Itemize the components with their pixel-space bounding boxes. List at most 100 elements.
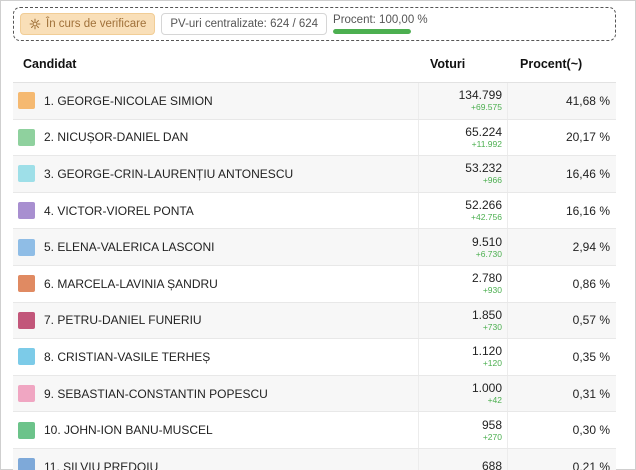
candidate-cell: 5. ELENA-VALERICA LASCONI — [13, 229, 418, 265]
candidate-cell: 8. CRISTIAN-VASILE TERHEȘ — [13, 339, 418, 375]
votes-cell: 53.232 +966 — [418, 156, 508, 192]
percent-cell: 20,17 % — [565, 130, 610, 145]
candidate-color-swatch — [18, 275, 35, 293]
candidate-color-swatch — [18, 311, 35, 329]
votes-delta: +11.992 — [471, 138, 502, 149]
percent-cell: 0,35 % — [572, 349, 610, 364]
votes-delta: +930 — [482, 285, 502, 296]
status-bar: În curs de verificare PV-uri centralizat… — [13, 7, 616, 41]
table-row: 2. NICUȘOR-DANIEL DAN 65.224 +11.992 20,17 … — [13, 119, 616, 157]
votes-count: 65.224 — [465, 124, 502, 139]
candidate-name: 11. SILVIU PREDOIU — [44, 459, 159, 470]
candidate-name: 2. NICUȘOR-DANIEL DAN — [44, 130, 189, 145]
pv-count-label: PV-uri centralizate: 624 / 624 — [170, 18, 319, 30]
votes-delta: +6.730 — [475, 248, 502, 259]
progress-label: Procent: 100,00 % — [333, 14, 428, 26]
votes-cell: 65.224 +11.992 — [418, 119, 508, 156]
votes-cell: 2.780 +930 — [418, 265, 508, 302]
candidate-color-swatch — [18, 421, 35, 439]
candidate-color-swatch — [18, 165, 35, 183]
candidate-name: 6. MARCELA-LAVINIA ȘANDRU — [44, 276, 218, 291]
candidate-name: 1. GEORGE-NICOLAE SIMION — [44, 93, 213, 108]
votes-count: 9.510 — [471, 234, 502, 249]
votes-delta: +120 — [482, 358, 502, 369]
votes-cell: 52.266 +42.756 — [418, 192, 508, 229]
votes-cell: 1.850 +730 — [418, 302, 508, 339]
candidate-cell: 2. NICUȘOR-DANIEL DAN — [13, 120, 418, 156]
header-percent[interactable]: Procent(~) — [508, 57, 616, 71]
header-candidate[interactable]: Candidat — [13, 57, 418, 71]
candidate-color-swatch — [18, 348, 35, 366]
votes-count: 134.799 — [458, 88, 502, 103]
candidate-cell: 10. JOHN-ION BANU-MUSCEL — [13, 412, 418, 448]
candidate-name: 10. JOHN-ION BANU-MUSCEL — [44, 423, 213, 438]
votes-count: 1.850 — [471, 307, 502, 322]
results-table: Candidat Voturi Procent(~) 1. GEORGE-NIC… — [13, 45, 616, 470]
candidate-name: 5. ELENA-VALERICA LASCONI — [44, 240, 215, 255]
percent-cell: 0,21 % — [572, 459, 610, 470]
candidate-cell: 4. VICTOR-VIOREL PONTA — [13, 193, 418, 229]
candidate-cell: 6. MARCELA-LAVINIA ȘANDRU — [13, 266, 418, 302]
votes-cell: 688 — [418, 448, 508, 470]
votes-cell: 1.120 +120 — [418, 339, 508, 375]
progress-indicator: Procent: 100,00 % — [333, 14, 428, 34]
votes-count: 958 — [481, 417, 502, 432]
votes-count: 1.120 — [471, 344, 502, 359]
votes-cell: 134.799 +69.575 — [418, 83, 508, 119]
percent-cell: 2,94 % — [572, 240, 610, 255]
candidate-color-swatch — [18, 92, 35, 110]
votes-delta: +270 — [482, 431, 502, 442]
candidate-name: 8. CRISTIAN-VASILE TERHEȘ — [44, 349, 211, 364]
votes-cell: 958 +270 — [418, 412, 508, 448]
candidate-name: 4. VICTOR-VIOREL PONTA — [44, 203, 194, 218]
candidate-color-swatch — [18, 128, 35, 146]
votes-delta: +42 — [487, 395, 502, 406]
votes-count: 688 — [481, 459, 502, 470]
candidate-color-swatch — [18, 385, 35, 403]
progress-fill — [333, 29, 412, 34]
table-row: 5. ELENA-VALERICA LASCONI 9.510 +6.730 2,94… — [13, 229, 616, 266]
votes-cell: 1.000 +42 — [418, 375, 508, 412]
candidate-cell: 3. GEORGE-CRIN-LAURENȚIU ANTONESCU — [13, 156, 418, 192]
table-row: 10. JOHN-ION BANU-MUSCEL 958 +270 0,30 % — [13, 412, 616, 449]
table-row: 6. MARCELA-LAVINIA ȘANDRU 2.780 +930 0,86 % — [13, 265, 616, 303]
votes-delta: +69.575 — [471, 102, 502, 113]
candidate-cell: 7. PETRU-DANIEL FUNERIU — [13, 303, 418, 339]
results-panel: În curs de verificare PV-uri centralizat… — [0, 0, 636, 470]
candidate-color-swatch — [18, 202, 35, 220]
table-row: 11. SILVIU PREDOIU 688 0,21 % — [13, 448, 616, 470]
pv-count-badge: PV-uri centralizate: 624 / 624 — [161, 13, 328, 35]
candidate-cell: 11. SILVIU PREDOIU — [13, 449, 418, 470]
candidate-name: 3. GEORGE-CRIN-LAURENȚIU ANTONESCU — [44, 166, 294, 181]
header-votes[interactable]: Voturi — [418, 57, 508, 71]
table-row: 1. GEORGE-NICOLAE SIMION 134.799 +69.575 41… — [13, 83, 616, 120]
percent-cell: 0,30 % — [572, 423, 610, 438]
progress-track — [333, 29, 412, 34]
table-body: 1. GEORGE-NICOLAE SIMION 134.799 +69.575 41… — [13, 83, 616, 470]
votes-delta: +42.756 — [471, 212, 502, 223]
gear-icon — [29, 18, 41, 30]
candidate-cell: 1. GEORGE-NICOLAE SIMION — [13, 83, 418, 119]
candidate-cell: 9. SEBASTIAN-CONSTANTIN POPESCU — [13, 376, 418, 412]
table-row: 9. SEBASTIAN-CONSTANTIN POPESCU 1.000 +42 0… — [13, 375, 616, 413]
candidate-name: 9. SEBASTIAN-CONSTANTIN POPESCU — [44, 386, 268, 401]
candidate-color-swatch — [18, 238, 35, 256]
percent-cell: 41,68 % — [565, 93, 610, 108]
percent-cell: 16,16 % — [565, 203, 610, 218]
votes-count: 1.000 — [471, 381, 502, 396]
votes-delta: +730 — [482, 321, 502, 332]
table-row: 4. VICTOR-VIOREL PONTA 52.266 +42.756 16,16… — [13, 192, 616, 230]
verification-status-badge: În curs de verificare — [20, 13, 156, 35]
percent-cell: 0,31 % — [572, 386, 610, 401]
table-row: 3. GEORGE-CRIN-LAURENȚIU ANTONESCU 53.232… — [13, 156, 616, 193]
percent-cell: 16,46 % — [565, 166, 610, 181]
votes-count: 53.232 — [465, 161, 502, 176]
candidate-name: 7. PETRU-DANIEL FUNERIU — [44, 313, 202, 328]
votes-delta: +966 — [482, 175, 502, 186]
percent-cell: 0,86 % — [572, 276, 610, 291]
candidate-color-swatch — [18, 458, 35, 470]
votes-cell: 9.510 +6.730 — [418, 229, 508, 265]
table-header: Candidat Voturi Procent(~) — [13, 45, 616, 83]
table-row: 7. PETRU-DANIEL FUNERIU 1.850 +730 0,57 % — [13, 302, 616, 340]
percent-cell: 0,57 % — [572, 313, 610, 328]
